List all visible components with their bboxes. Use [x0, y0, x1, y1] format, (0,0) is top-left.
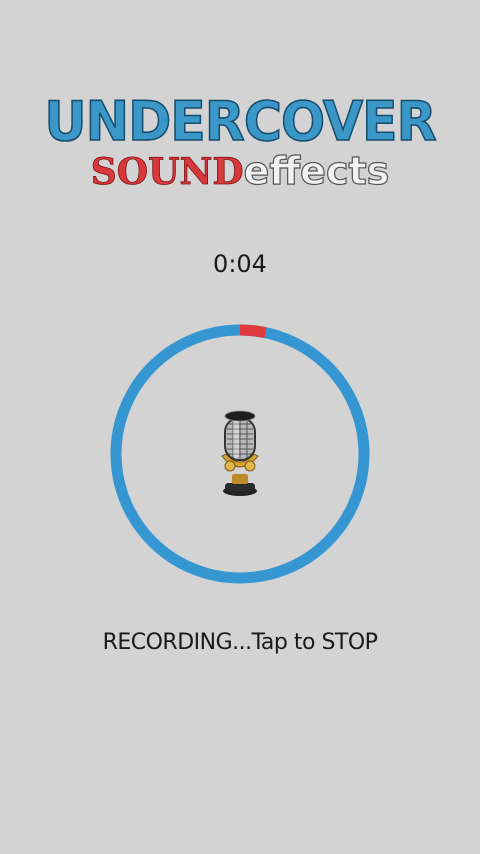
recording-status-text[interactable]: RECORDING...Tap to STOP [0, 630, 480, 655]
microphone-icon[interactable] [200, 404, 280, 504]
